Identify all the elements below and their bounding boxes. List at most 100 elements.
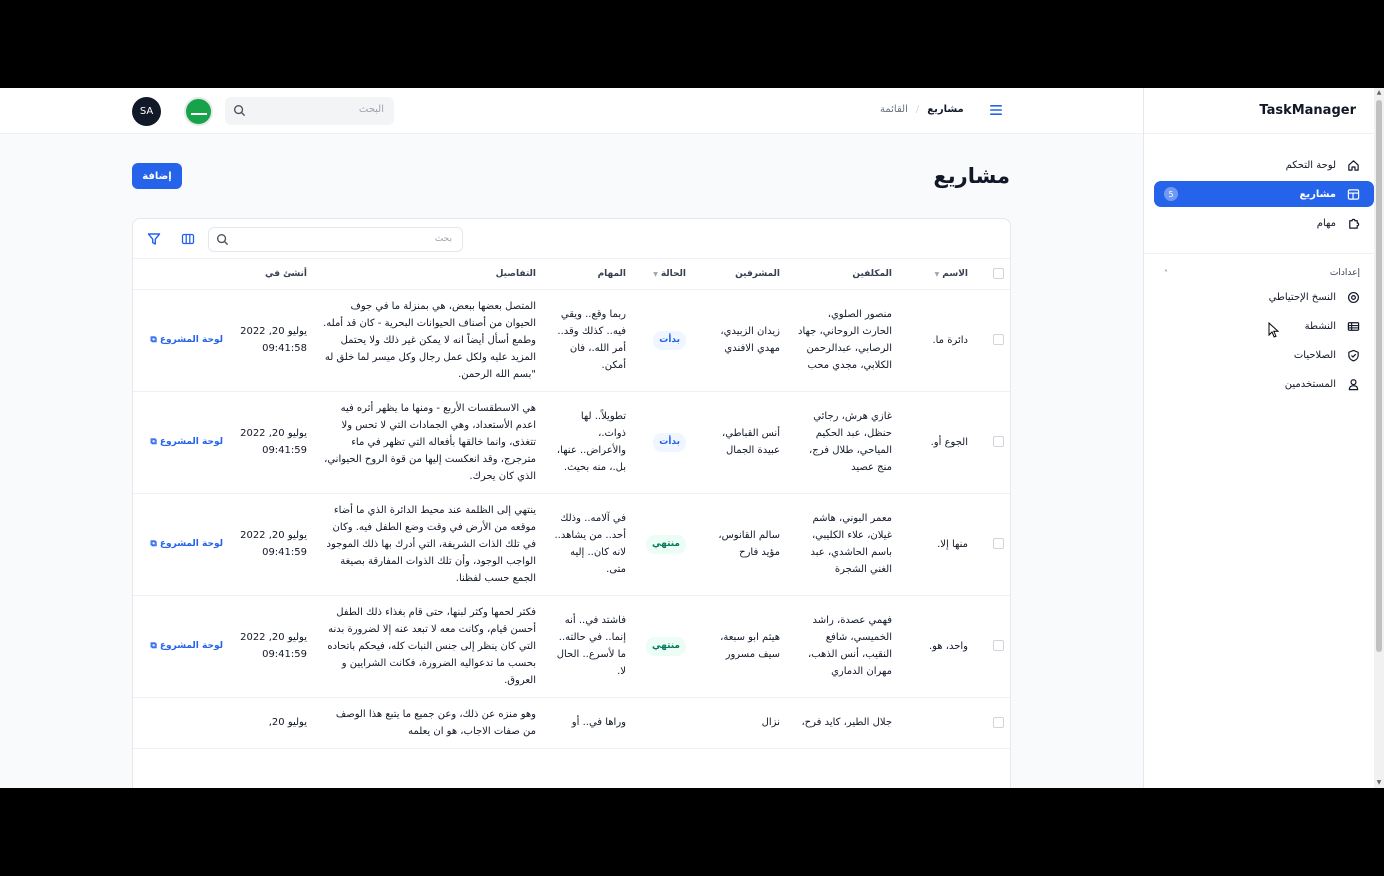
project-board-link[interactable]: لوحة المشروع ⧉ bbox=[150, 539, 223, 549]
created-time: 09:41:59 bbox=[262, 649, 307, 660]
table-row[interactable]: دائرة ما. منصور الصلوي، الحارث الروحاني،… bbox=[133, 289, 1010, 392]
sidebar-item-label: مهام bbox=[1316, 217, 1336, 229]
shield-icon bbox=[1346, 348, 1360, 362]
row-checkbox[interactable] bbox=[993, 640, 1004, 651]
row-checkbox[interactable] bbox=[993, 716, 1004, 728]
cell-created: يوليو 20, 2022 09:41:58 bbox=[231, 289, 315, 392]
sidebar-item-label: لوحة التحكم bbox=[1285, 159, 1336, 171]
settings-section-toggle[interactable]: إعدادات ˄ bbox=[1144, 264, 1384, 282]
columns-icon[interactable] bbox=[181, 232, 195, 246]
menu-icon[interactable] bbox=[989, 103, 1003, 117]
cell-details: المتصل بعضها ببعض، هي بمنزلة ما في جوف ا… bbox=[315, 289, 544, 392]
sidebar-item-activity[interactable]: النشطة bbox=[1154, 313, 1374, 339]
cell-tasks: في آلامه.. وذلك أحد.. من يشاهد.. لانه كا… bbox=[544, 493, 634, 596]
status-badge: منتهي bbox=[646, 534, 686, 554]
cell-supervisors: نزال bbox=[694, 697, 788, 749]
sidebar-item-label: النسخ الإحتياطي bbox=[1268, 291, 1336, 303]
created-date: يوليو 20, 2022 bbox=[240, 632, 307, 643]
sidebar-nav: لوحة التحكم مشاريع 5 مهام bbox=[1144, 134, 1384, 236]
search-icon bbox=[233, 104, 246, 117]
scroll-up-arrow-icon[interactable]: ▲ bbox=[1374, 88, 1384, 98]
external-link-icon: ⧉ bbox=[150, 335, 157, 345]
cell-actions: لوحة المشروع ⧉ bbox=[133, 493, 231, 596]
sidebar-item-users[interactable]: المستخدمين bbox=[1154, 371, 1374, 397]
row-checkbox[interactable] bbox=[993, 334, 1004, 345]
breadcrumb-separator: / bbox=[915, 104, 920, 115]
app-window: القائمة / مشاريع البحث SA مشاريع إضافة ب… bbox=[0, 88, 1384, 788]
cell-tasks: تطويلاً.. لها ذوات.، والأعراض.. عنها، بل… bbox=[544, 391, 634, 494]
sidebar: TaskManager لوحة التحكم مشاريع 5 مهام إع… bbox=[1143, 88, 1384, 788]
row-checkbox[interactable] bbox=[993, 538, 1004, 549]
cell-status bbox=[634, 697, 694, 749]
cell-status: بدأت bbox=[634, 391, 694, 494]
projects-count-badge: 5 bbox=[1164, 187, 1178, 201]
row-checkbox[interactable] bbox=[993, 436, 1004, 447]
backup-icon bbox=[1346, 290, 1360, 304]
cell-tasks: وراها في.. أو bbox=[544, 697, 634, 749]
scrollbar-thumb[interactable] bbox=[1376, 100, 1382, 652]
status-badge: منتهي bbox=[646, 636, 686, 656]
cell-tasks: فاشتد في.. أنه إنما.. في حالته.. ما لأسر… bbox=[544, 595, 634, 698]
table-row[interactable]: جلال الطير، كايد فرح، نزال وراها في.. أو… bbox=[133, 697, 1010, 749]
column-header-name[interactable]: الاسم▼ bbox=[900, 259, 976, 290]
cell-supervisors: زيدان الزبيدي، مهدي الافندي bbox=[694, 289, 788, 392]
cell-status: منتهي bbox=[634, 493, 694, 596]
table-row[interactable]: منها إلا. معمر البوني، هاشم غيلان، علاء … bbox=[133, 493, 1010, 596]
status-badge: بدأت bbox=[653, 432, 686, 452]
filter-icon[interactable] bbox=[147, 232, 161, 246]
cell-name: دائرة ما. bbox=[900, 289, 976, 392]
global-search-input[interactable]: البحث bbox=[225, 97, 394, 125]
status-badge: بدأت bbox=[653, 330, 686, 350]
cell-details: هي الاسطقسات الأربع - ومنها ما يظهر أثره… bbox=[315, 391, 544, 494]
settings-nav: النسخ الإحتياطي النشطة الصلاحيات المستخد… bbox=[1144, 282, 1384, 397]
cell-actions: لوحة المشروع ⧉ bbox=[133, 289, 231, 392]
cell-actions: لوحة المشروع ⧉ bbox=[133, 595, 231, 698]
cell-details: فكثر لحمها وكثر لبنها، حتى قام بغذاء ذلك… bbox=[315, 595, 544, 698]
global-search-placeholder: البحث bbox=[358, 104, 384, 115]
puzzle-icon bbox=[1346, 216, 1360, 230]
table-row[interactable]: الجوع أو. غازي هرش، رجائي حنظل، عبد الحك… bbox=[133, 391, 1010, 494]
user-icon bbox=[1346, 377, 1360, 391]
sidebar-item-tasks[interactable]: مهام bbox=[1154, 210, 1374, 236]
table-row[interactable]: واحد، هو. فهمي عصدة، راشد الخميسي، شافع … bbox=[133, 595, 1010, 698]
sidebar-item-label: الصلاحيات bbox=[1293, 349, 1336, 361]
sidebar-item-backup[interactable]: النسخ الإحتياطي bbox=[1154, 284, 1374, 310]
sidebar-item-permissions[interactable]: الصلاحيات bbox=[1154, 342, 1374, 368]
external-link-icon: ⧉ bbox=[150, 437, 157, 447]
breadcrumb-parent[interactable]: القائمة bbox=[880, 104, 908, 115]
created-date: يوليو 20, 2022 bbox=[240, 428, 307, 439]
created-time: 09:41:59 bbox=[262, 445, 307, 456]
column-header-assignees: المكلفين bbox=[788, 259, 900, 290]
project-board-link[interactable]: لوحة المشروع ⧉ bbox=[150, 437, 223, 447]
cell-name: واحد، هو. bbox=[900, 595, 976, 698]
cell-name bbox=[900, 697, 976, 749]
cell-created: يوليو 20, 2022 09:41:59 bbox=[231, 493, 315, 596]
project-board-link[interactable]: لوحة المشروع ⧉ bbox=[150, 335, 223, 345]
cell-details: وهو منزه عن ذلك، وعن جميع ما يتبع هذا ال… bbox=[315, 697, 544, 749]
column-header-created: أنشئ في bbox=[231, 259, 315, 290]
sidebar-item-projects[interactable]: مشاريع 5 bbox=[1154, 181, 1374, 207]
language-flag-icon[interactable] bbox=[184, 97, 213, 126]
select-all-cell bbox=[976, 259, 1010, 290]
column-header-status[interactable]: الحالة▼ bbox=[634, 259, 694, 290]
table-search-input[interactable]: بحث bbox=[208, 227, 463, 252]
breadcrumb-current: مشاريع bbox=[927, 104, 964, 115]
settings-section-label: إعدادات bbox=[1329, 268, 1360, 278]
cell-supervisors: أنس القباطي، عبيدة الجمال bbox=[694, 391, 788, 494]
project-board-link[interactable]: لوحة المشروع ⧉ bbox=[150, 641, 223, 651]
brand-name[interactable]: TaskManager bbox=[1144, 88, 1384, 134]
home-icon bbox=[1346, 158, 1360, 172]
add-project-button[interactable]: إضافة bbox=[132, 163, 182, 189]
projects-table: الاسم▼ المكلفين المشرفين الحالة▼ المهام … bbox=[133, 259, 1010, 749]
cell-actions bbox=[133, 697, 231, 749]
sidebar-item-label: النشطة bbox=[1304, 320, 1336, 332]
select-all-checkbox[interactable] bbox=[993, 268, 1004, 280]
cell-created: يوليو 20, 2022 09:41:59 bbox=[231, 391, 315, 494]
scroll-down-arrow-icon[interactable]: ▼ bbox=[1374, 778, 1384, 788]
user-avatar[interactable]: SA bbox=[132, 97, 161, 126]
projects-table-card: بحث الاسم▼ المكلفين المشرفين الحالة▼ الم… bbox=[132, 218, 1011, 788]
cell-assignees: جلال الطير، كايد فرح، bbox=[788, 697, 900, 749]
row-select-cell bbox=[976, 493, 1010, 596]
vertical-scrollbar[interactable]: ▲ ▼ bbox=[1374, 88, 1384, 788]
sidebar-item-dashboard[interactable]: لوحة التحكم bbox=[1154, 152, 1374, 178]
